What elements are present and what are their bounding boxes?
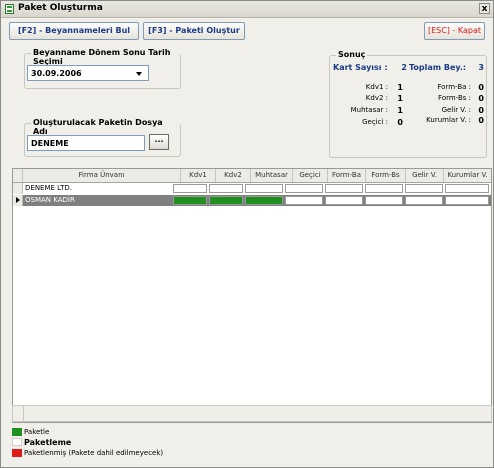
scrollbar-divider (23, 406, 24, 421)
gecici-cell[interactable] (285, 184, 323, 193)
kurumlar-v-cell[interactable] (445, 184, 489, 193)
horizontal-scrollbar[interactable] (12, 405, 492, 422)
kdv1-value: 1 (397, 83, 403, 92)
gelir-v-value: 0 (478, 106, 484, 115)
gelir-v-label: Gelir V. : (441, 106, 471, 114)
find-declarations-button[interactable]: [F2] - Beyannameleri Bul (9, 22, 139, 40)
period-date-select[interactable]: 30.09.2006 (27, 65, 149, 81)
form-bs-cell[interactable] (365, 196, 403, 205)
kurumlar-v-label: Kurumlar V. : (426, 116, 471, 124)
kdv1-cell[interactable] (173, 184, 207, 193)
create-package-button[interactable]: [F3] - Paketi Oluştur (143, 22, 245, 40)
kdv2-label: Kdv2 : (365, 94, 388, 102)
card-count-label: Kart Sayısı : (333, 63, 388, 72)
package-file-name-value: DENEME (31, 139, 69, 148)
muhtasar-value: 1 (397, 106, 403, 115)
legend-swatch-packaged (12, 449, 22, 457)
gecici-label: Geçici : (362, 118, 388, 126)
muhtasar-cell[interactable] (245, 196, 283, 205)
legend-label-no-package: Paketleme (24, 438, 72, 447)
period-date-value: 30.09.2006 (31, 69, 82, 78)
column-header-kurumlar-v[interactable]: Kurumlar V. (444, 169, 491, 182)
column-header-gecici[interactable]: Geçici (293, 169, 328, 182)
chevron-down-icon (136, 72, 142, 76)
column-header-gelir-v[interactable]: Gelir V. (406, 169, 444, 182)
kdv1-cell[interactable] (173, 196, 207, 205)
form-bs-label: Form-Bs : (438, 94, 471, 102)
title-bar: Paket Oluşturma x (1, 1, 493, 18)
column-header-kdv1[interactable]: Kdv1 (181, 169, 216, 182)
close-window-button[interactable]: x (479, 3, 490, 14)
form-bs-value: 0 (478, 94, 484, 103)
column-header-muhtasar[interactable]: Muhtasar (251, 169, 293, 182)
close-button[interactable]: [ESC] - Kapat (424, 22, 485, 40)
total-declarations-label: Toplam Bey.: (409, 63, 467, 72)
form-ba-cell[interactable] (325, 196, 363, 205)
gecici-value: 0 (397, 118, 403, 127)
period-legend: Beyanname Dönem Sonu Tarih Seçimi (31, 48, 180, 66)
row-indicator (13, 183, 23, 194)
window-title: Paket Oluşturma (18, 3, 103, 13)
legend-label-packaged: Paketlenmiş (Pakete dahil edilmeyecek) (24, 449, 164, 457)
total-declarations-value: 3 (478, 63, 484, 72)
legend-swatch-no-package (12, 438, 22, 446)
package-file-name-input[interactable]: DENEME (27, 135, 145, 151)
firm-cell[interactable]: DENEME LTD. (25, 183, 179, 194)
row-indicator (13, 195, 23, 206)
column-header-firm[interactable]: Firma Ünvanı (23, 169, 181, 182)
column-header-kdv2[interactable]: Kdv2 (216, 169, 251, 182)
form-ba-value: 0 (478, 83, 484, 92)
form-ba-cell[interactable] (325, 184, 363, 193)
result-legend: Sonuç (336, 50, 368, 59)
kurumlar-v-cell[interactable] (445, 196, 489, 205)
app-icon (5, 4, 14, 14)
form-ba-label: Form-Ba : (437, 83, 471, 91)
legend-label-package: Paketle (24, 428, 50, 436)
grid-header: Firma Ünvanı Kdv1 Kdv2 Muhtasar Geçici F… (13, 169, 491, 183)
browse-button[interactable]: ... (149, 134, 169, 150)
gecici-cell[interactable] (285, 196, 323, 205)
kdv2-cell[interactable] (209, 196, 243, 205)
kdv2-cell[interactable] (209, 184, 243, 193)
firm-cell[interactable]: OSMAN KADİR (25, 195, 179, 206)
column-header-form-bs[interactable]: Form-Bs (366, 169, 406, 182)
kdv1-label: Kdv1 : (365, 83, 388, 91)
form-bs-cell[interactable] (365, 184, 403, 193)
muhtasar-cell[interactable] (245, 184, 283, 193)
declarations-grid: Firma Ünvanı Kdv1 Kdv2 Muhtasar Geçici F… (12, 168, 492, 423)
column-header-form-ba[interactable]: Form-Ba (328, 169, 366, 182)
kdv2-value: 1 (397, 94, 403, 103)
legend-swatch-package (12, 428, 22, 436)
gelir-v-cell[interactable] (405, 196, 443, 205)
muhtasar-label: Muhtasar : (350, 106, 388, 114)
color-legend: Paketle Paketleme Paketlenmiş (Pakete da… (10, 424, 492, 466)
header-indicator (13, 169, 23, 182)
table-row[interactable]: OSMAN KADİR (13, 195, 491, 206)
gelir-v-cell[interactable] (405, 184, 443, 193)
kurumlar-v-value: 0 (478, 116, 484, 125)
card-count-value: 2 (401, 63, 407, 72)
current-row-arrow-icon (16, 197, 20, 203)
package-window: Paket Oluşturma x [F2] - Beyannameleri B… (0, 0, 494, 468)
table-row[interactable]: DENEME LTD. (13, 183, 491, 194)
